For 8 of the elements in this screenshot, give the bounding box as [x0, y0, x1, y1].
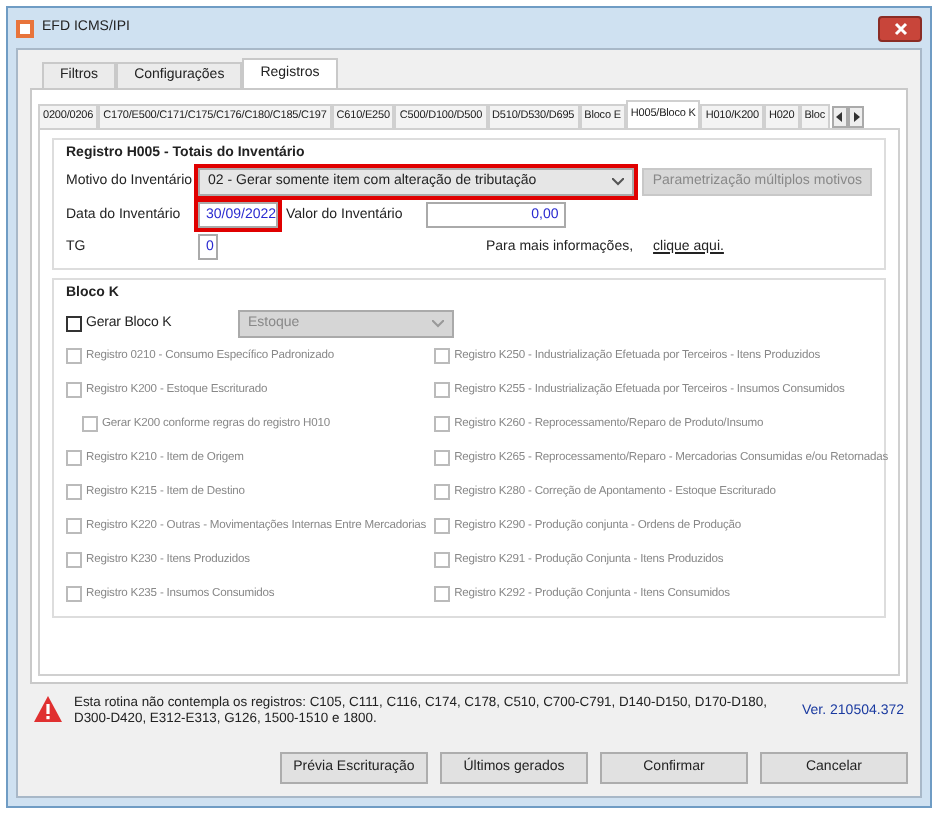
warning-icon [34, 695, 62, 722]
scroll-right-button[interactable] [848, 105, 865, 128]
left-arrow-icon [836, 111, 845, 122]
close-icon [893, 21, 907, 35]
app-icon [16, 19, 34, 37]
close-button[interactable] [878, 15, 922, 41]
right-arrow-icon [852, 111, 861, 122]
scroll-left-button[interactable] [832, 105, 849, 128]
